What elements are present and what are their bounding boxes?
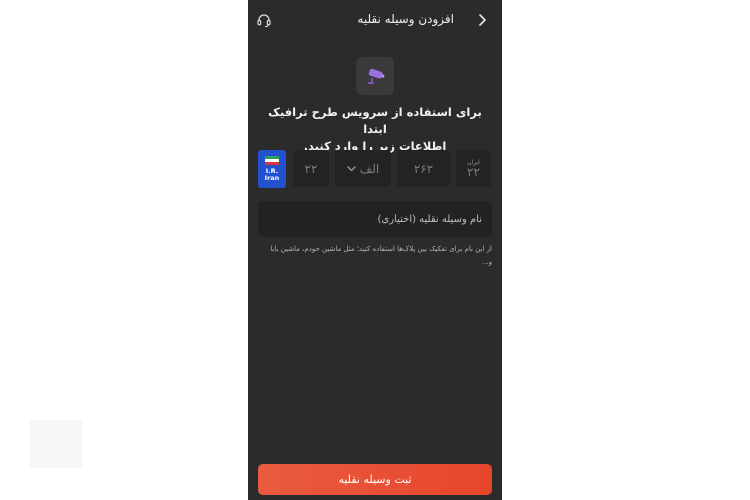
chevron-down-icon <box>347 165 356 171</box>
plate-letter-value: الف <box>359 161 380 176</box>
chevron-right-icon <box>478 14 486 26</box>
intro-line-1: برای استفاده از سرویس طرح ترافیک ابتدا <box>268 105 482 136</box>
plate-region-field[interactable]: ایران ۲۲ <box>456 150 491 187</box>
app-screen: افزودن وسیله نقلیه برای استفاده از سرویس… <box>248 0 502 500</box>
vehicle-name-input[interactable] <box>258 201 492 237</box>
hero-icon-tile <box>356 57 394 95</box>
back-button[interactable] <box>474 12 490 28</box>
vehicle-name-hint: از این نام برای تفکیک بین پلاک‌ها استفاد… <box>270 245 492 266</box>
headset-icon <box>257 14 271 28</box>
page-title: افزودن وسیله نقلیه <box>357 12 454 26</box>
plate-part-1-field[interactable]: ۲۲ <box>293 150 329 187</box>
background-watermark <box>30 420 82 468</box>
header: افزودن وسیله نقلیه <box>248 0 502 40</box>
license-plate-input: I.R. Iran ۲۲ الف ۲۶۲ ایران ۲۲ <box>258 150 492 188</box>
iran-flag-icon <box>265 156 279 165</box>
plate-country-line-2: Iran <box>264 174 280 182</box>
plate-country-badge: I.R. Iran <box>258 150 286 188</box>
support-button[interactable] <box>256 12 272 28</box>
plate-region-placeholder: ۲۲ <box>467 164 480 179</box>
plate-part-3-field[interactable]: ۲۶۲ <box>397 150 450 187</box>
plate-part-1-placeholder: ۲۲ <box>304 161 318 176</box>
intro-text: برای استفاده از سرویس طرح ترافیک ابتدا ا… <box>262 104 488 155</box>
plate-letter-select[interactable]: الف <box>335 150 391 187</box>
traffic-camera-icon <box>368 68 385 84</box>
submit-vehicle-button[interactable]: ثبت وسیله نقلیه <box>258 464 492 495</box>
plate-part-3-placeholder: ۲۶۲ <box>413 161 434 176</box>
